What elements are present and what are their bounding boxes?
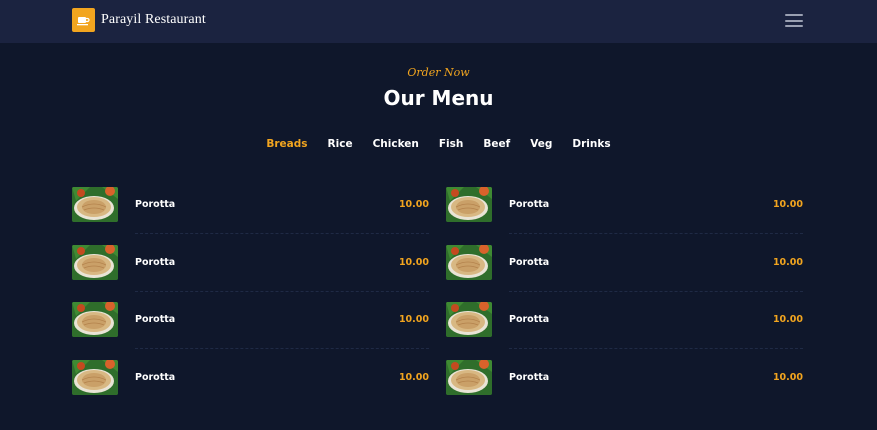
tab-chicken[interactable]: Chicken [363,138,429,150]
tab-drinks[interactable]: Drinks [562,138,620,150]
menu-item-image [446,302,492,337]
menu-item-name: Porotta [509,314,550,325]
menu-item-name: Porotta [509,371,550,383]
menu-item[interactable]: Porotta 10.00 [72,244,429,302]
menu-item[interactable]: Porotta 10.00 [72,301,429,359]
menu-item-divider [135,348,429,349]
menu-item-name: Porotta [135,314,176,325]
menu-item-image [72,359,118,395]
tab-rice[interactable]: Rice [318,138,363,150]
menu-item-name: Porotta [135,199,176,210]
tab-beef[interactable]: Beef [473,138,520,150]
menu-item[interactable]: Porotta 10.00 [72,186,429,244]
menu-column-right: Porotta 10.00 Porotta 10.00 Porotta 10.00 Poro… [446,186,803,416]
menu-item-divider [135,233,429,234]
menu-item-image [446,359,492,395]
menu-item-name: Porotta [135,371,176,383]
menu-item-price: 10.00 [772,199,803,210]
menu-item-image [72,302,118,337]
menu-item-name: Porotta [509,256,550,268]
menu-item-name: Porotta [509,199,550,210]
menu-item-name: Porotta [135,256,176,268]
restaurant-icon [72,8,95,32]
menu-item[interactable]: Porotta 10.00 [446,301,803,359]
menu-item-price: 10.00 [398,256,429,268]
menu-item[interactable]: Porotta 10.00 [72,359,429,417]
menu-item-image [72,187,118,222]
menu-column-left: Porotta 10.00 Porotta 10.00 Porotta 10.00 Poro… [72,186,429,416]
tab-veg[interactable]: Veg [520,138,562,150]
menu-item-price: 10.00 [398,371,429,383]
menu-item-image [446,244,492,280]
menu-item[interactable]: Porotta 10.00 [446,359,803,417]
brand-name: Parayil Restaurant [101,12,206,27]
menu-item[interactable]: Porotta 10.00 [446,186,803,244]
tab-breads[interactable]: Breads [256,138,317,150]
menu-item-price: 10.00 [398,199,429,210]
menu-item-price: 10.00 [772,256,803,268]
tab-fish[interactable]: Fish [429,138,474,150]
menu-item-divider [509,290,803,292]
menu-tabs: Breads Rice Chicken Fish Beef Veg Drinks [0,138,877,150]
brand-link[interactable]: Parayil Restaurant [72,8,206,32]
section-kicker: Order Now [407,66,470,79]
navbar: Parayil Restaurant [0,0,877,43]
hamburger-icon[interactable] [785,14,803,27]
menu-item-price: 10.00 [398,314,429,325]
menu-item-image [446,187,492,222]
menu-item-price: 10.00 [772,371,803,383]
menu-item-price: 10.00 [772,314,803,325]
page-title: Our Menu [383,86,494,110]
menu-item[interactable]: Porotta 10.00 [446,244,803,302]
menu-item-divider [135,290,429,292]
menu-item-divider [509,233,803,234]
menu-item-image [72,244,118,280]
menu-item-divider [509,348,803,349]
